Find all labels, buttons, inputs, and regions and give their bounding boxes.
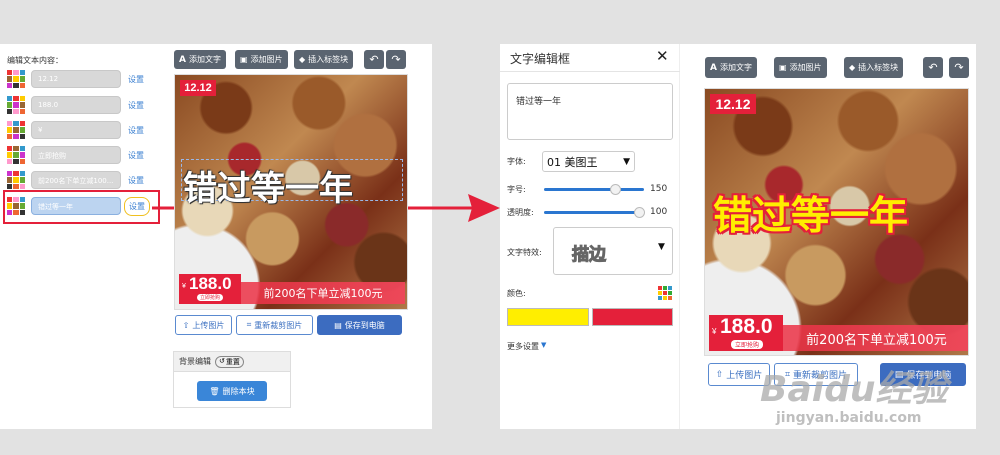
tag-icon: ◆ — [849, 63, 856, 72]
text-row — [7, 70, 25, 88]
color-swatch-icon[interactable] — [7, 121, 25, 139]
text-row — [7, 171, 25, 189]
color-swatch-icon[interactable] — [7, 96, 25, 114]
size-label: 字号: — [507, 185, 526, 194]
opacity-slider[interactable] — [544, 211, 644, 214]
date-badge: 12.12 — [180, 80, 216, 96]
upload-icon: ⇧ — [715, 369, 724, 380]
undo-icon: ↶ — [928, 61, 938, 74]
text-field[interactable]: 12.12 — [31, 70, 121, 88]
dropdown-arrow-icon: ▼ — [658, 242, 665, 252]
close-icon[interactable]: ✕ — [656, 47, 669, 65]
delete-block-button[interactable]: 🗑 删除本块 — [197, 381, 267, 401]
editor-title: 文字编辑框 — [510, 52, 571, 66]
text-content-input[interactable]: 错过等一年 — [507, 83, 673, 140]
insert-tag-button[interactable]: ◆ 插入标签块 — [844, 57, 904, 78]
image-icon: ▣ — [240, 55, 248, 64]
text-row — [7, 146, 25, 164]
headline-text[interactable]: 错过等一年 — [183, 161, 353, 210]
insert-tag-button[interactable]: ◆ 插入标签块 — [294, 50, 354, 69]
color-swatch-icon[interactable] — [7, 146, 25, 164]
image-icon: ▣ — [779, 63, 787, 72]
font-select[interactable]: 01 美图王 ▼ — [542, 151, 635, 172]
redo-button[interactable]: ↷ — [386, 50, 406, 69]
promo-bar: 前200名下单立减100元 — [783, 325, 968, 351]
redo-icon: ↷ — [954, 61, 964, 74]
watermark-brand: Baidu经验 — [760, 369, 948, 410]
effect-label: 文字特效: — [507, 248, 542, 257]
redo-icon: ↷ — [391, 53, 401, 66]
trash-icon: 🗑 — [209, 386, 220, 396]
set-link[interactable]: 设置 — [128, 100, 144, 111]
text-field[interactable]: 188.0 — [31, 96, 121, 114]
text-editor-panel: 文字编辑框 ✕ 错过等一年 字体: 01 美图王 ▼ 字号: 150 透明度: … — [500, 44, 680, 429]
color-swatch-icon[interactable] — [7, 197, 25, 215]
save-to-pc-button[interactable]: ▤ 保存到电脑 — [317, 315, 402, 335]
section-title: 编辑文本内容： — [7, 56, 63, 65]
reset-button[interactable]: ↺ 重置 — [215, 355, 244, 368]
price-box: ¥ 188.0 立即抢购 — [709, 315, 783, 351]
text-field[interactable]: 前200名下单立减100... — [31, 171, 121, 189]
more-settings-link[interactable]: 更多设置 ▼ — [507, 341, 546, 352]
add-text-button[interactable]: A 添加文字 — [705, 57, 757, 78]
background-editor: 背景编辑 ↺ 重置 🗑 删除本块 — [173, 351, 291, 408]
tag-icon: ◆ — [299, 55, 306, 64]
save-icon: ▤ — [334, 320, 342, 330]
text-field[interactable]: ¥ — [31, 121, 121, 139]
undo-button[interactable]: ↶ — [364, 50, 384, 69]
headline-text-styled[interactable]: 错过等一年 — [713, 185, 908, 241]
recrop-image-button[interactable]: ⌗ 重新裁剪图片 — [236, 315, 313, 335]
stroke-color-swatch[interactable] — [592, 308, 673, 326]
triangle-down-icon: ▼ — [541, 341, 547, 349]
text-a-icon: A — [179, 54, 186, 65]
text-a-icon: A — [710, 62, 717, 73]
text-row — [7, 197, 25, 215]
redo-button[interactable]: ↷ — [949, 57, 969, 78]
set-link-selected[interactable]: 设置 — [124, 197, 150, 216]
size-slider-knob[interactable] — [610, 184, 621, 195]
opacity-label: 透明度: — [507, 208, 534, 217]
text-row — [7, 121, 25, 139]
crop-icon: ⌗ — [246, 320, 252, 329]
font-label: 字体: — [507, 157, 526, 166]
divider — [500, 71, 680, 72]
set-link[interactable]: 设置 — [128, 125, 144, 136]
effect-select[interactable]: 描边 ▼ — [553, 227, 673, 275]
dropdown-arrow-icon: ▼ — [623, 156, 630, 167]
add-image-button[interactable]: ▣ 添加图片 — [235, 50, 288, 69]
size-value: 150 — [650, 184, 668, 194]
reset-icon: ↺ — [219, 356, 225, 365]
text-color-swatch[interactable] — [507, 308, 589, 326]
opacity-value: 100 — [650, 207, 668, 217]
promo-bar: 前200名下单立减100元 — [241, 282, 405, 304]
price-box: ¥ 188.0 立即抢购 — [179, 274, 241, 304]
banner-preview-result[interactable]: 12.12 错过等一年 ¥ 188.0 立即抢购 前200名下单立减100元 — [704, 88, 969, 356]
color-swatch-icon[interactable] — [7, 70, 25, 88]
set-link[interactable]: 设置 — [128, 175, 144, 186]
undo-icon: ↶ — [369, 53, 379, 66]
size-slider[interactable] — [544, 188, 644, 191]
add-image-button[interactable]: ▣ 添加图片 — [774, 57, 827, 78]
color-palette-icon[interactable] — [658, 286, 672, 300]
undo-button[interactable]: ↶ — [923, 57, 943, 78]
color-label: 颜色: — [507, 289, 526, 298]
opacity-slider-knob[interactable] — [634, 207, 645, 218]
add-text-button[interactable]: A 添加文字 — [174, 50, 226, 69]
banner-preview[interactable]: 12.12 错过等一年 ¥ 188.0 立即抢购 前200名下单立减100元 — [174, 74, 408, 310]
bg-edit-title: 背景编辑 — [179, 357, 211, 366]
text-row — [7, 96, 25, 114]
upload-image-button[interactable]: ⇧ 上传图片 — [175, 315, 232, 335]
text-field-selected[interactable]: 错过等一年 — [31, 197, 121, 215]
effect-value: 描边 — [572, 245, 607, 266]
text-field[interactable]: 立即抢购 — [31, 146, 121, 164]
set-link[interactable]: 设置 — [128, 74, 144, 85]
set-link[interactable]: 设置 — [128, 150, 144, 161]
watermark-url: jingyan.baidu.com — [776, 410, 922, 426]
upload-icon: ⇧ — [182, 320, 190, 330]
date-badge: 12.12 — [710, 94, 756, 114]
color-swatch-icon[interactable] — [7, 171, 25, 189]
